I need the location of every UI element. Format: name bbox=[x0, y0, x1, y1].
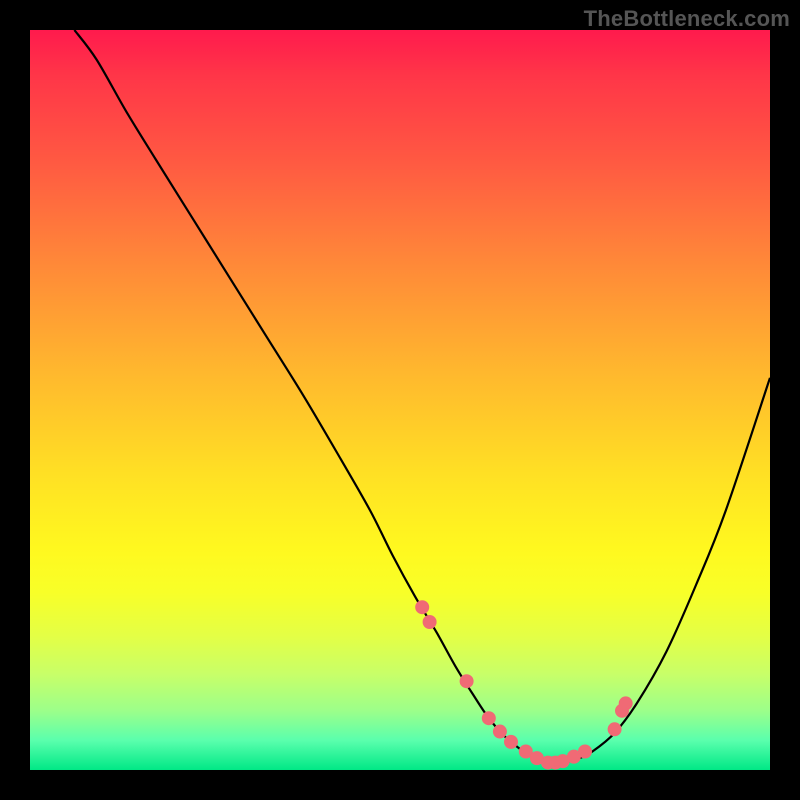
plot-svg bbox=[0, 0, 800, 800]
highlight-dot bbox=[579, 745, 592, 758]
highlight-dot bbox=[416, 601, 429, 614]
highlight-dot bbox=[608, 723, 621, 736]
highlight-dot bbox=[493, 725, 506, 738]
highlight-dot bbox=[482, 712, 495, 725]
curve-group bbox=[74, 30, 770, 763]
highlight-dot bbox=[619, 697, 632, 710]
highlight-dot bbox=[460, 675, 473, 688]
highlight-dot bbox=[505, 735, 518, 748]
bottleneck-curve bbox=[74, 30, 770, 763]
dots-group bbox=[416, 601, 633, 769]
highlight-dot bbox=[423, 616, 436, 629]
